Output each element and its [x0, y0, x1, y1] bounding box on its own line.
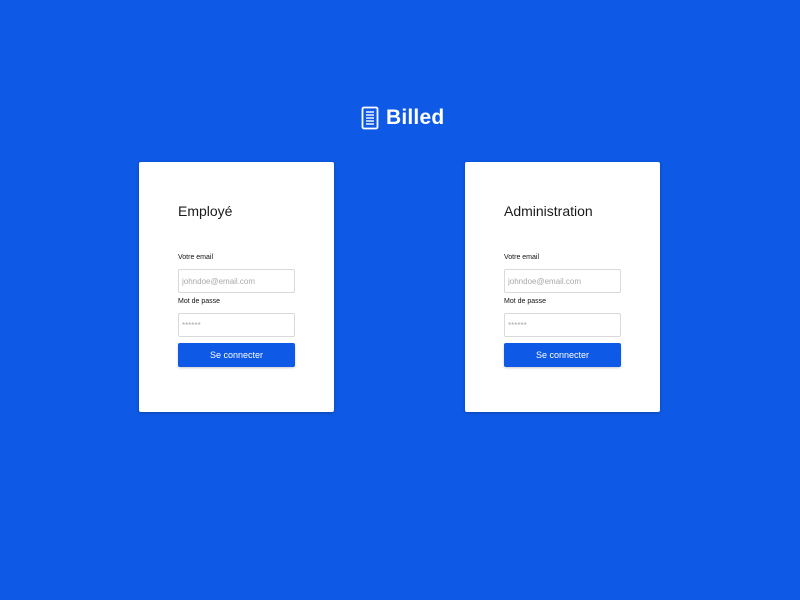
employee-email-label: Votre email: [178, 254, 214, 261]
admin-password-label: Mot de passe: [504, 298, 547, 305]
employee-login-button[interactable]: Se connecter: [178, 343, 295, 367]
admin-email-input[interactable]: [504, 269, 621, 293]
admin-email-label: Votre email: [504, 254, 540, 261]
brand-logo: Billed: [361, 105, 444, 131]
employee-password-input[interactable]: [178, 313, 295, 337]
employee-email-input[interactable]: [178, 269, 295, 293]
employee-password-label: Mot de passe: [178, 298, 221, 305]
admin-login-button[interactable]: Se connecter: [504, 343, 621, 367]
employee-card-title: Employé: [178, 203, 233, 219]
brand-name: Billed: [386, 106, 445, 129]
employee-login-card: Employé Votre email Mot de passe Se conn…: [139, 162, 334, 412]
admin-password-input[interactable]: [504, 313, 621, 337]
admin-card-title: Administration: [504, 203, 593, 219]
receipt-icon: [361, 106, 379, 130]
admin-login-card: Administration Votre email Mot de passe …: [465, 162, 660, 412]
